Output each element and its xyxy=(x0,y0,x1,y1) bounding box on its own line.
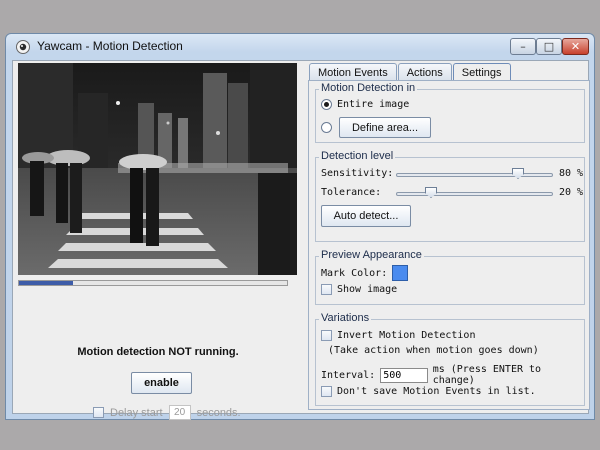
window-title: Yawcam - Motion Detection xyxy=(37,39,183,53)
interval-input[interactable]: 500 xyxy=(380,367,428,383)
show-image-checkbox[interactable] xyxy=(321,284,332,295)
variations-title: Variations xyxy=(319,312,372,324)
invert-motion-row[interactable]: Invert Motion Detection xyxy=(321,330,475,341)
preview-appearance-title: Preview Appearance xyxy=(319,249,424,261)
dont-save-label: Don't save Motion Events in list. xyxy=(337,386,536,397)
tolerance-slider-thumb[interactable] xyxy=(425,187,437,198)
progress-fill xyxy=(19,281,73,285)
tolerance-label: Tolerance: xyxy=(321,187,382,198)
maximize-button[interactable]: □ xyxy=(536,38,562,55)
tolerance-value: 20 % xyxy=(559,187,584,198)
main-window: Yawcam - Motion Detection – □ ✕ Motion d… xyxy=(5,33,595,420)
sensitivity-value: 80 % xyxy=(559,168,584,179)
invert-motion-label: Invert Motion Detection xyxy=(337,330,476,341)
preview-appearance-group: Preview Appearance Mark Color: Show imag… xyxy=(315,249,585,305)
mark-color-swatch[interactable] xyxy=(392,265,409,281)
radio-selected-icon[interactable] xyxy=(321,99,332,110)
camera-preview xyxy=(18,63,297,275)
define-area-button[interactable]: Define area... xyxy=(339,117,431,138)
title-bar[interactable]: Yawcam - Motion Detection – □ ✕ xyxy=(6,34,594,60)
delay-seconds-input[interactable]: 20 xyxy=(168,405,191,420)
sensitivity-slider[interactable] xyxy=(396,173,553,177)
invert-motion-note: (Take action when motion goes down) xyxy=(328,345,539,356)
entire-image-label: Entire image xyxy=(337,99,410,110)
delay-start-row: Delay start 20 seconds. xyxy=(93,405,241,420)
sensitivity-label: Sensitivity: xyxy=(321,168,394,179)
tab-settings[interactable]: Settings xyxy=(452,63,511,81)
interval-row: Interval: 500 ms (Press ENTER to change) xyxy=(321,364,584,386)
tab-bar: Motion Events Actions Settings xyxy=(309,63,512,81)
close-button[interactable]: ✕ xyxy=(562,38,589,55)
interval-suffix: ms (Press ENTER to change) xyxy=(432,364,542,386)
invert-motion-checkbox[interactable] xyxy=(321,330,332,341)
auto-detect-button[interactable]: Auto detect... xyxy=(321,205,411,227)
delay-seconds-suffix: seconds. xyxy=(196,406,241,419)
dont-save-row[interactable]: Don't save Motion Events in list. xyxy=(321,386,536,397)
motion-detection-in-group: Motion Detection in Entire image Define … xyxy=(315,82,585,143)
camera-preview-image xyxy=(18,63,297,275)
close-icon: ✕ xyxy=(570,40,581,53)
motion-detection-in-title: Motion Detection in xyxy=(319,82,418,94)
sensitivity-slider-thumb[interactable] xyxy=(512,168,524,179)
entire-image-option[interactable]: Entire image xyxy=(321,99,409,110)
settings-panel: Motion Detection in Entire image Define … xyxy=(308,80,590,410)
delay-start-checkbox[interactable] xyxy=(93,407,104,418)
motion-progress-bar xyxy=(18,280,288,286)
detection-level-title: Detection level xyxy=(319,150,396,162)
enable-button[interactable]: enable xyxy=(131,372,192,394)
show-image-label: Show image xyxy=(337,284,398,295)
define-area-option: Define area... xyxy=(321,117,431,138)
variations-group: Variations Invert Motion Detection (Take… xyxy=(315,312,585,406)
delay-start-label: Delay start xyxy=(110,406,163,419)
radio-unselected-icon[interactable] xyxy=(321,122,332,133)
dont-save-checkbox[interactable] xyxy=(321,386,332,397)
interval-label: Interval: xyxy=(321,369,376,381)
mark-color-row: Mark Color: xyxy=(321,265,409,281)
minimize-icon: – xyxy=(520,40,526,53)
detection-level-group: Detection level Sensitivity: 80 % Tolera… xyxy=(315,150,585,242)
show-image-row[interactable]: Show image xyxy=(321,284,397,295)
maximize-icon: □ xyxy=(543,40,555,53)
tolerance-slider[interactable] xyxy=(396,192,553,196)
tab-motion-events[interactable]: Motion Events xyxy=(309,63,397,81)
webcam-icon xyxy=(16,40,30,54)
mark-color-label: Mark Color: xyxy=(321,267,388,279)
window-client-area: Motion detection NOT running. enable Del… xyxy=(12,60,590,420)
tab-actions[interactable]: Actions xyxy=(397,63,452,81)
minimize-button[interactable]: – xyxy=(510,38,536,55)
status-text: Motion detection NOT running. xyxy=(77,346,239,358)
